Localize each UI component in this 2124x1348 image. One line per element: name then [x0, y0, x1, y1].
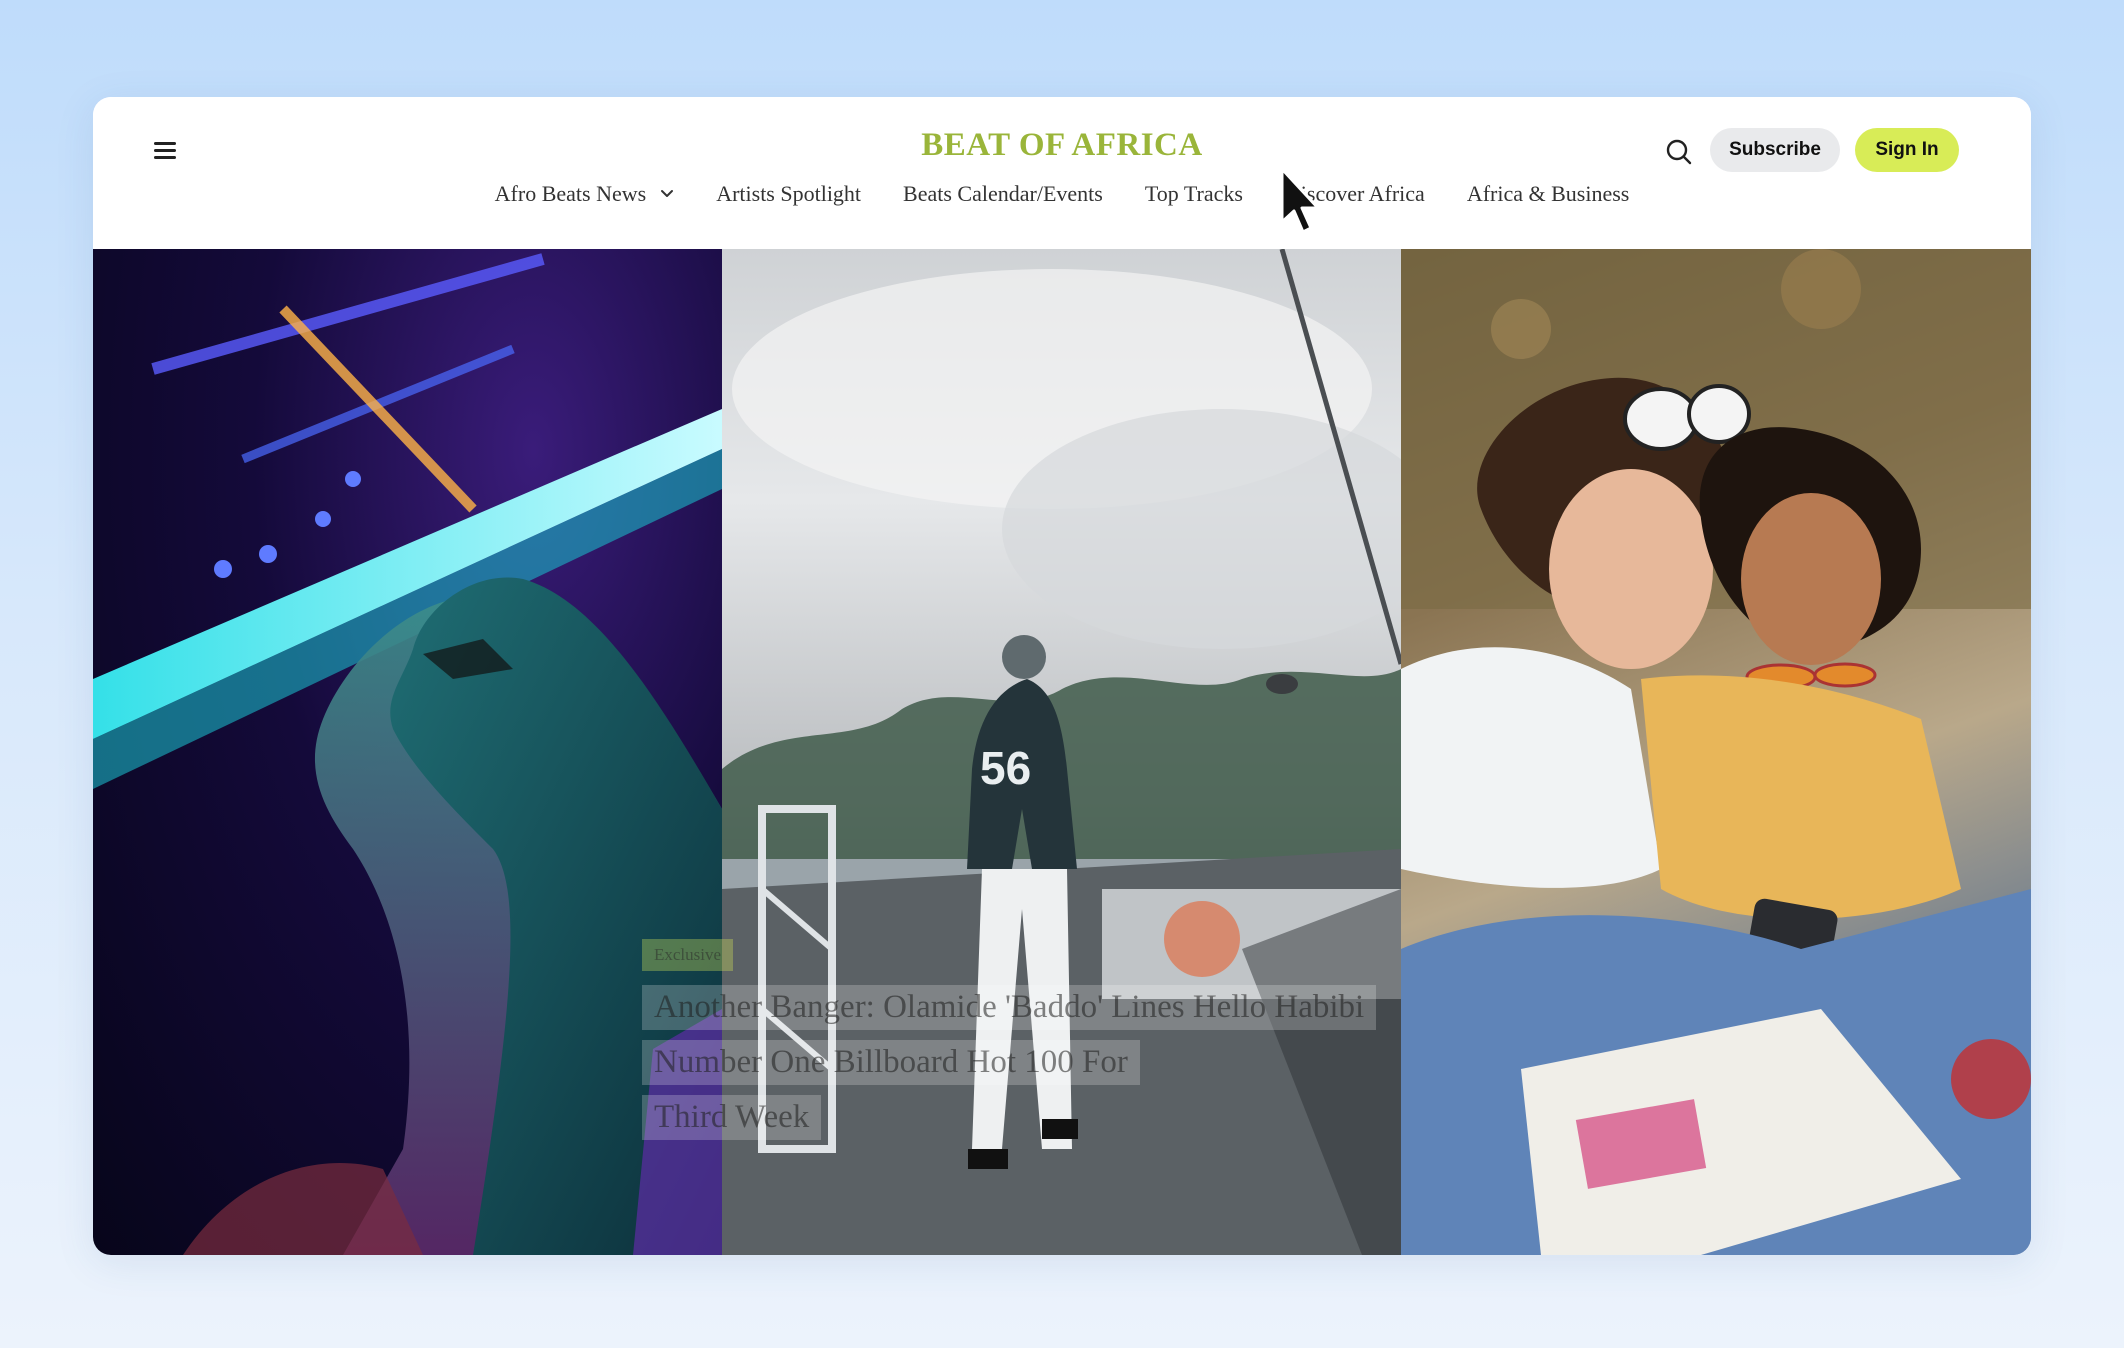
headline-line-3: Third Week: [642, 1095, 822, 1140]
hero-gallery: 56 Exclusive Another Banger: Olamide 'Ba…: [93, 249, 2031, 1255]
sign-in-button[interactable]: Sign In: [1855, 128, 1959, 172]
site-header: BEAT OF AFRICA Afro Beats News Artists S…: [93, 97, 2031, 249]
chevron-down-icon: [661, 190, 674, 197]
nav-item-label: Beats Calendar/Events: [903, 181, 1103, 206]
browser-card: BEAT OF AFRICA Afro Beats News Artists S…: [93, 97, 2031, 1255]
nav-item-africa-business[interactable]: Africa & Business: [1446, 181, 1651, 207]
headline-line-1: Another Banger: Olamide 'Baddo' Lines He…: [642, 985, 1377, 1030]
hero-image-neon-portrait[interactable]: [93, 249, 722, 1255]
nav-item-beats-calendar[interactable]: Beats Calendar/Events: [882, 181, 1124, 207]
exclusive-badge: Exclusive: [642, 939, 734, 971]
hero-headline-overlay[interactable]: Exclusive Another Banger: Olamide 'Baddo…: [642, 939, 1502, 1150]
mouse-cursor-icon: [1280, 167, 1320, 234]
nav-item-afro-beats-news[interactable]: Afro Beats News: [474, 181, 696, 207]
nav-item-label: Afro Beats News: [494, 181, 647, 206]
subscribe-button[interactable]: Subscribe: [1710, 128, 1840, 172]
search-icon[interactable]: [1661, 134, 1697, 170]
main-nav: Afro Beats News Artists Spotlight Beats …: [93, 181, 2031, 207]
nav-item-label: Top Tracks: [1144, 181, 1243, 206]
nav-item-label: Africa & Business: [1466, 181, 1630, 206]
svg-text:56: 56: [980, 742, 1031, 794]
headline-line-2: Number One Billboard Hot 100 For: [642, 1040, 1140, 1085]
nav-item-artists-spotlight[interactable]: Artists Spotlight: [695, 181, 882, 207]
nav-item-label: Artists Spotlight: [716, 181, 862, 206]
nav-item-top-tracks[interactable]: Top Tracks: [1124, 181, 1264, 207]
